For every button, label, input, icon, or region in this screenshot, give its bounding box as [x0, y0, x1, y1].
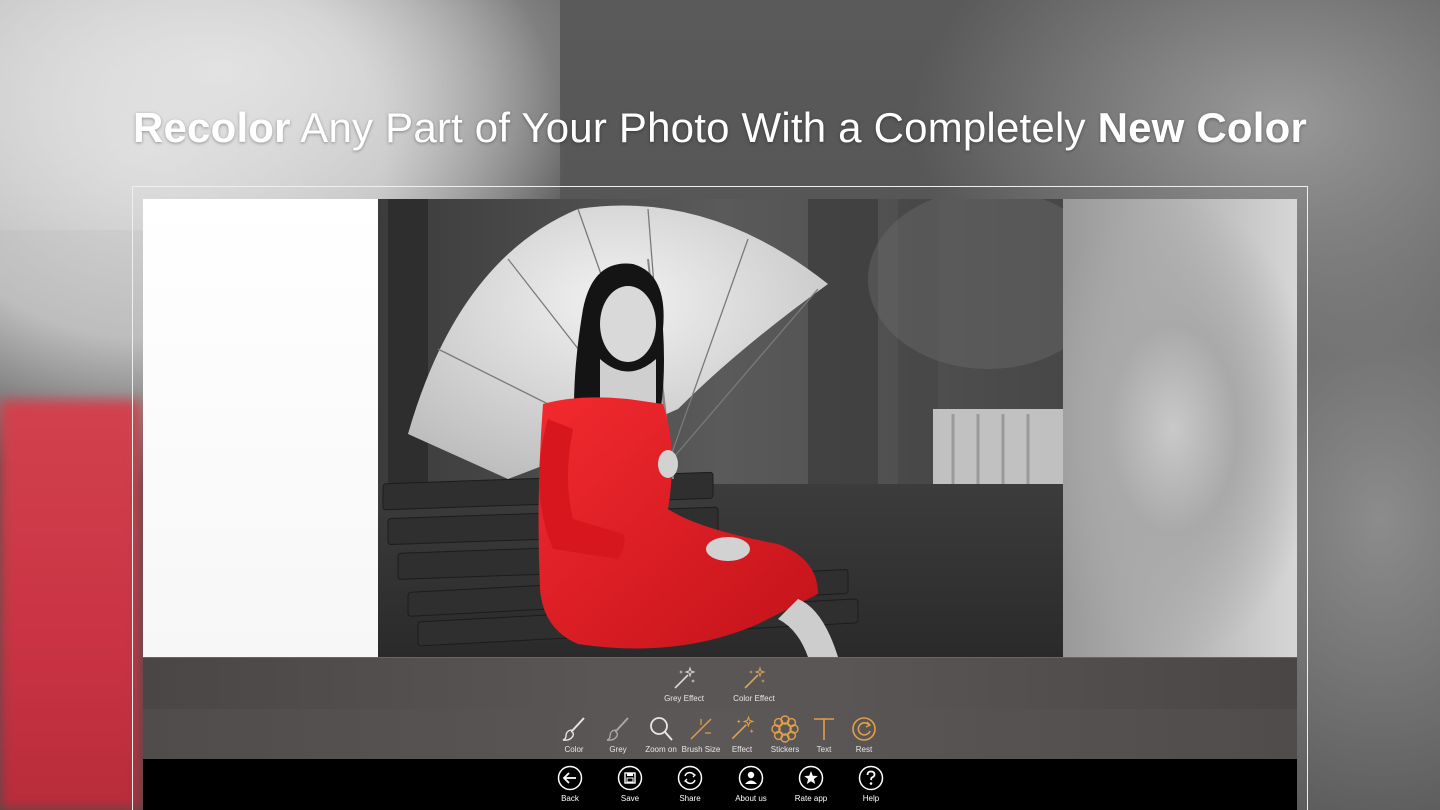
tool-grey-button[interactable]: Grey [601, 715, 635, 754]
magnifier-icon [650, 717, 673, 741]
person-icon [738, 765, 764, 791]
background-red-blur [0, 400, 140, 810]
about-us-button[interactable]: About us [731, 765, 771, 803]
tool-zoom-label: Zoom on [645, 745, 677, 754]
grey-effect-label: Grey Effect [664, 694, 704, 703]
rate-app-button[interactable]: Rate app [791, 765, 831, 803]
brush-size-icon [690, 718, 712, 740]
editor-canvas: Grey Effect Color Effect Color Grey Zoom… [143, 199, 1297, 810]
photo-illustration [378, 199, 1063, 657]
text-t-icon [814, 718, 834, 740]
headline-middle: Any Part of Your Photo With a Completely [290, 104, 1098, 151]
brush-icon [606, 717, 629, 741]
share-refresh-icon [677, 765, 703, 791]
share-label: Share [679, 794, 701, 803]
about-us-label: About us [735, 794, 767, 803]
tool-color-label: Color [564, 745, 584, 754]
tool-grey-label: Grey [609, 745, 627, 754]
sparkle-wand-icon [674, 666, 696, 689]
save-label: Save [620, 794, 640, 803]
tool-text-label: Text [816, 745, 832, 754]
help-label: Help [862, 794, 880, 803]
save-disk-icon [617, 765, 643, 791]
headline: Recolor Any Part of Your Photo With a Co… [0, 104, 1440, 152]
color-effect-label: Color Effect [733, 694, 775, 703]
edited-photo[interactable] [378, 199, 1063, 657]
star-icon [798, 765, 824, 791]
sticker-flower-icon [771, 715, 799, 743]
tools-toolbar: Color Grey Zoom on Brush Size Effect Sti… [143, 709, 1297, 759]
tool-effect-button[interactable]: Effect [725, 715, 759, 754]
sparkle-wand-icon [731, 715, 755, 740]
rate-app-label: Rate app [794, 794, 828, 803]
tool-rest-button[interactable]: Rest [849, 715, 879, 754]
tool-effect-label: Effect [731, 745, 753, 754]
tool-stickers-label: Stickers [770, 745, 800, 754]
tool-stickers-button[interactable]: Stickers [765, 715, 805, 754]
back-button[interactable]: Back [553, 765, 587, 803]
reset-icon [852, 717, 876, 741]
tool-color-button[interactable]: Color [557, 715, 591, 754]
tool-text-button[interactable]: Text [809, 715, 839, 754]
headline-bold-recolor: Recolor [132, 104, 291, 151]
tool-brush-size-button[interactable]: Brush Size [681, 715, 721, 754]
sparkle-wand-icon [744, 666, 766, 689]
back-label: Back [561, 794, 579, 803]
tool-rest-label: Rest [855, 745, 873, 754]
save-button[interactable]: Save [613, 765, 647, 803]
share-button[interactable]: Share [673, 765, 707, 803]
grey-effect-button[interactable]: Grey Effect [655, 666, 713, 703]
tool-brush-size-label: Brush Size [681, 745, 721, 754]
color-effect-button[interactable]: Color Effect [723, 666, 785, 703]
app-window: Grey Effect Color Effect Color Grey Zoom… [132, 186, 1308, 810]
help-button[interactable]: Help [854, 765, 888, 803]
canvas-right-blur [1063, 199, 1297, 657]
tool-zoom-button[interactable]: Zoom on [643, 715, 679, 754]
bottom-app-bar: Back Save Share About us Rate app Help [143, 759, 1297, 810]
brush-icon [562, 717, 585, 741]
canvas-left-blank [143, 199, 378, 657]
question-icon [858, 765, 884, 791]
effects-toolbar: Grey Effect Color Effect [143, 657, 1297, 709]
headline-bold-new-color: New Color [1097, 104, 1308, 151]
back-arrow-icon [557, 765, 583, 791]
